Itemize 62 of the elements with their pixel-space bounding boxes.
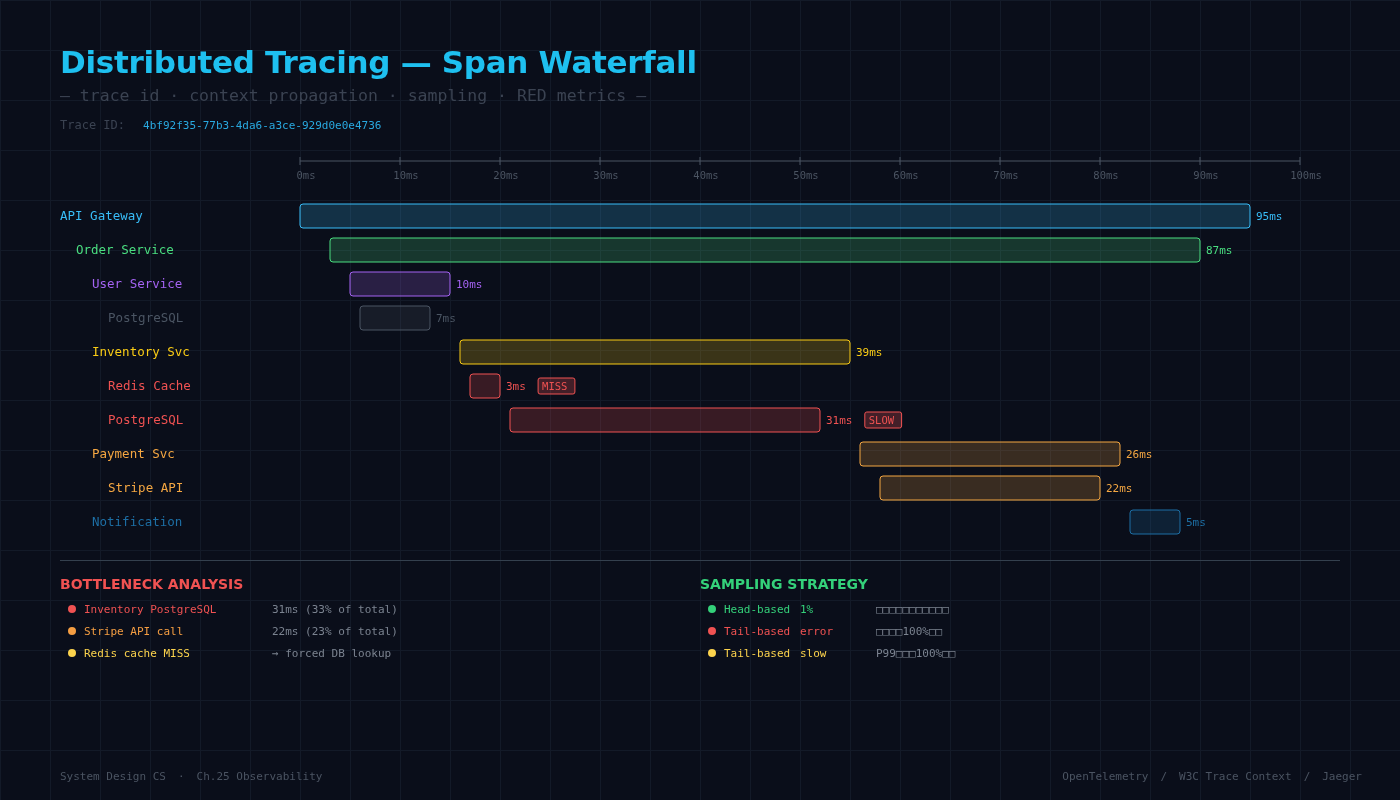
span-label: PostgreSQL [108,310,184,325]
span-duration: 95ms [1256,210,1283,223]
sampling-param: 1% [800,602,814,616]
tick-label: 50ms [793,169,819,181]
span-label: Inventory Svc [92,344,190,359]
span-label: Stripe API [108,480,184,495]
footer-text: / [1303,770,1311,783]
sampling-detail: P99□□□100%□□ [876,646,956,660]
trace-id: 4bf92f35-77b3-4da6-a3ce-929d0e0e4736 [143,119,382,132]
bottleneck-detail: 22ms (23% of total) [272,624,398,638]
span-duration: 3ms [506,380,526,393]
sampling-detail: □□□□□□□□□□□ [876,602,949,616]
sampling-type: Head-based [724,602,791,616]
footer-text: W3C Trace Context [1179,770,1292,783]
span-duration: 7ms [436,312,456,325]
tick-label: 0ms [296,169,316,181]
span-label: Order Service [76,242,174,257]
span-duration: 5ms [1186,516,1206,529]
span-duration: 22ms [1106,482,1133,495]
subtitle: — trace id · context propagation · sampling · RED metrics — [60,86,647,106]
footer-text: Ch.25 Observability [196,770,323,783]
sampling-type: Tail-based [724,646,791,660]
footer-text: OpenTelemetry [1062,770,1149,783]
section-title: BOTTLENECK ANALYSIS [60,575,244,593]
span-label: Redis Cache [108,378,191,393]
span-label: API Gateway [60,208,143,223]
sampling-param: slow [800,646,827,660]
bottleneck-name: Inventory PostgreSQL [84,602,217,616]
bottleneck-name: Redis cache MISS [84,646,190,660]
span-label: PostgreSQL [108,412,184,427]
tick-label: 80ms [1093,169,1119,181]
span-duration: 31ms [826,414,853,427]
span-duration: 10ms [456,278,483,291]
status-badge: SLOW [864,411,903,429]
section-title: SAMPLING STRATEGY [700,575,868,593]
span-duration: 26ms [1126,448,1153,461]
bottleneck-name: Stripe API call [84,624,184,638]
span-label: Notification [92,514,183,529]
tick-label: 60ms [893,169,919,181]
sampling-detail: □□□□100%□□ [876,624,943,638]
page-title: Distributed Tracing — Span Waterfall [60,43,697,82]
tick-label: 30ms [593,169,619,181]
footer-text: / [1160,770,1168,783]
footer-text: Jaeger [1322,770,1362,783]
bottleneck-detail: 31ms (33% of total) [272,602,398,616]
span-label: User Service [92,276,183,291]
tick-label: 40ms [693,169,719,181]
tick-label: 70ms [993,169,1019,181]
tick-label: 90ms [1193,169,1219,181]
span-duration: 39ms [856,346,883,359]
span-label: Payment Svc [92,446,175,461]
tick-label: 10ms [393,169,419,181]
tick-label: 100ms [1290,169,1322,181]
sampling-param: error [800,624,834,638]
trace-id-label: Trace ID: [60,118,126,132]
tick-label: 20ms [493,169,519,181]
span-duration: 87ms [1206,244,1233,257]
sampling-type: Tail-based [724,624,791,638]
footer-text: · [177,770,185,783]
status-badge: MISS [537,377,576,395]
bottleneck-detail: → forced DB lookup [272,646,392,660]
footer-text: System Design CS [60,770,166,783]
